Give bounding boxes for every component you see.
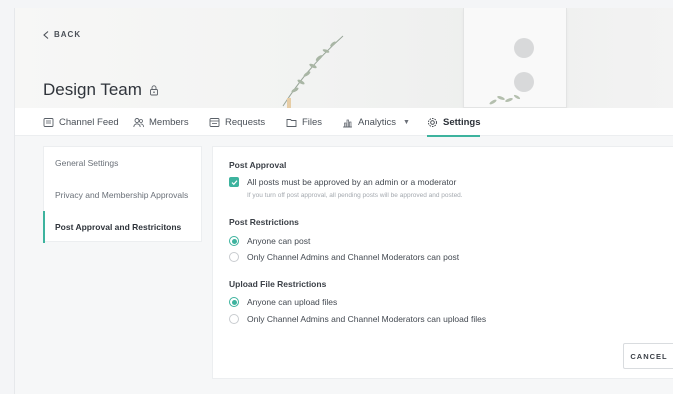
tab-requests[interactable]: Requests [209,108,265,136]
tab-members[interactable]: Members [133,108,189,136]
radio-label: Anyone can post [247,236,311,246]
feed-icon [43,117,54,127]
cancel-button[interactable]: CANCEL [623,343,673,369]
tab-label: Channel Feed [59,116,119,128]
tab-label: Members [149,116,189,128]
small-plant-decoration [489,94,521,105]
radio-label: Only Channel Admins and Channel Moderato… [247,314,487,324]
tab-bar: Channel Feed Members Requests Files Anal… [15,108,673,137]
post-radio-admins-only[interactable]: Only Channel Admins and Channel Moderato… [229,252,459,262]
gear-icon [428,117,437,127]
back-label: BACK [54,30,82,39]
upload-radio-admins-only[interactable]: Only Channel Admins and Channel Moderato… [229,314,486,324]
channel-name: Design Team [43,80,142,99]
members-icon [133,117,144,127]
sidebar-item-label: General Settings [55,158,119,168]
tab-label: Files [302,116,323,128]
requests-icon [209,117,220,127]
sidebar-item-label: Post Approval and Restricitons [55,222,182,232]
lock-icon [149,85,158,96]
radio-unselected-icon [229,252,239,262]
tab-label: Analytics [358,116,397,128]
checkbox-checked-icon [229,177,239,187]
radio-label: Anyone can upload files [247,297,338,307]
chevron-down-icon: ▼ [403,118,410,126]
back-button[interactable]: BACK [43,30,81,39]
radio-label: Only Channel Admins and Channel Moderato… [247,252,460,262]
tab-files[interactable]: Files [286,108,322,136]
post-approval-checkbox[interactable]: All posts must be approved by an admin o… [229,177,456,187]
sidebar-item-post-approval[interactable]: Post Approval and Restricitons [43,211,201,243]
post-radio-anyone[interactable]: Anyone can post [229,236,310,246]
tab-channel-feed[interactable]: Channel Feed [43,108,119,136]
sidebar-item-label: Privacy and Membership Approvals [55,190,189,200]
tab-label: Settings [443,116,481,128]
page-title: Design Team [43,80,160,100]
upload-restrictions-heading: Upload File Restrictions [229,279,327,289]
checkbox-label: All posts must be approved by an admin o… [247,177,457,187]
folder-icon [286,118,297,127]
post-approval-hint: If you turn off post approval, all pendi… [247,192,463,199]
radio-selected-icon [229,297,239,307]
chart-icon [343,119,352,127]
plant-decoration [282,35,344,108]
tab-label: Requests [225,116,266,128]
radio-unselected-icon [229,314,239,324]
radio-selected-icon [229,236,239,246]
upload-radio-anyone[interactable]: Anyone can upload files [229,297,337,307]
post-restrictions-heading: Post Restrictions [229,217,299,227]
settings-sidebar: General Settings Privacy and Membership … [43,146,202,243]
tab-settings[interactable]: Settings [427,108,481,137]
tab-analytics[interactable]: Analytics ▼ [342,108,410,136]
channel-settings-app: BACK Design Team Channel Feed Members Re… [14,8,673,394]
sidebar-item-privacy-membership[interactable]: Privacy and Membership Approvals [44,179,201,211]
header-banner: BACK Design Team [15,8,673,108]
sidebar-item-general-settings[interactable]: General Settings [44,147,201,179]
post-approval-heading: Post Approval [229,160,287,170]
settings-panel: Post Approval All posts must be approved… [212,146,673,379]
chevron-left-icon [43,30,49,39]
